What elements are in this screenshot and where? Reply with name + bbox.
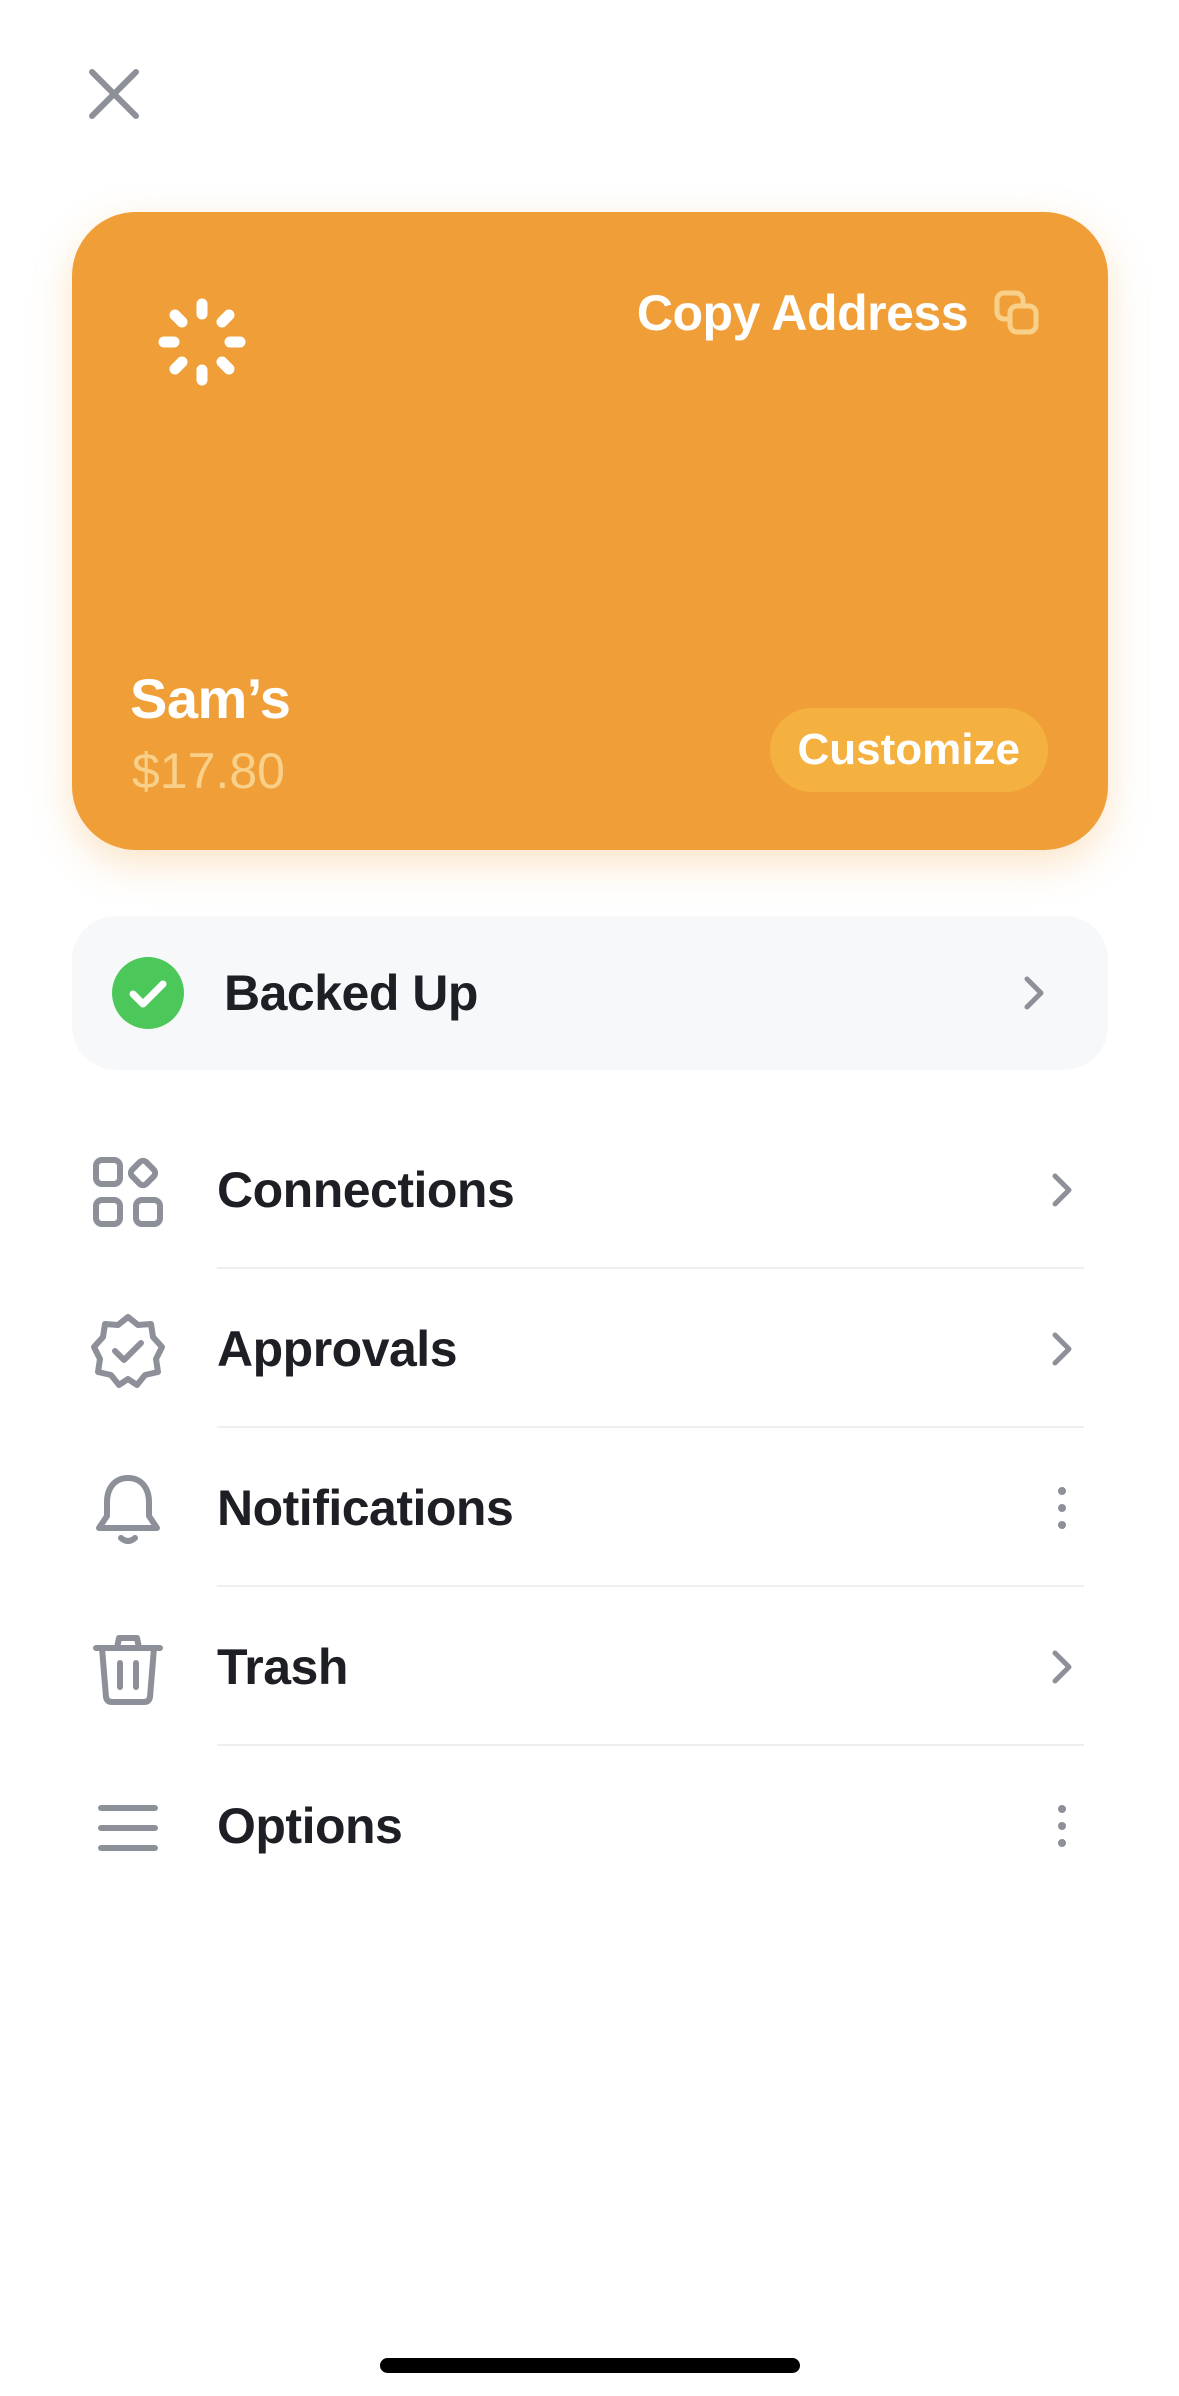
customize-button[interactable]: Customize <box>769 708 1048 792</box>
wallet-name: Sam’s <box>130 667 291 730</box>
menu-item-label: Trash <box>217 1638 348 1695</box>
wallet-balance: $17.80 <box>132 743 285 799</box>
menu-item-label: Approvals <box>217 1320 458 1377</box>
chevron-right-icon <box>1052 1173 1072 1207</box>
trash-icon <box>93 1635 163 1705</box>
grid-icon <box>93 1157 163 1227</box>
menu-item-options[interactable]: Options <box>0 1746 1179 1905</box>
badge-check-icon <box>91 1314 165 1388</box>
menu-item-connections[interactable]: Connections <box>0 1110 1179 1269</box>
close-button[interactable] <box>82 62 146 126</box>
loading-spinner-icon <box>158 298 246 386</box>
chevron-right-icon <box>1052 1332 1072 1366</box>
backed-up-row[interactable]: Backed Up <box>72 916 1108 1070</box>
menu-item-label: Connections <box>217 1161 515 1218</box>
chevron-right-icon <box>1052 1650 1072 1684</box>
menu-item-label: Notifications <box>217 1479 514 1536</box>
copy-address-label: Copy Address <box>636 285 969 341</box>
close-icon <box>89 69 139 119</box>
menu-list: Connections Approvals Notifications Tras… <box>0 1110 1179 1905</box>
menu-lines-icon <box>98 1805 158 1851</box>
home-indicator <box>380 2358 800 2373</box>
more-vertical-icon <box>1058 1805 1066 1847</box>
menu-item-approvals[interactable]: Approvals <box>0 1269 1179 1428</box>
bell-icon <box>96 1475 160 1544</box>
menu-item-notifications[interactable]: Notifications <box>0 1428 1179 1587</box>
menu-item-label: Options <box>217 1797 403 1854</box>
copy-icon <box>994 290 1039 335</box>
menu-item-trash[interactable]: Trash <box>0 1587 1179 1746</box>
backed-up-label: Backed Up <box>224 965 478 1021</box>
more-vertical-icon <box>1058 1487 1066 1529</box>
copy-address-button[interactable]: Copy Address <box>637 280 1040 346</box>
check-circle-icon <box>112 957 184 1029</box>
chevron-right-icon <box>1024 976 1044 1010</box>
wallet-card: Copy Address Sam’s $17.80 Customize <box>72 212 1108 850</box>
